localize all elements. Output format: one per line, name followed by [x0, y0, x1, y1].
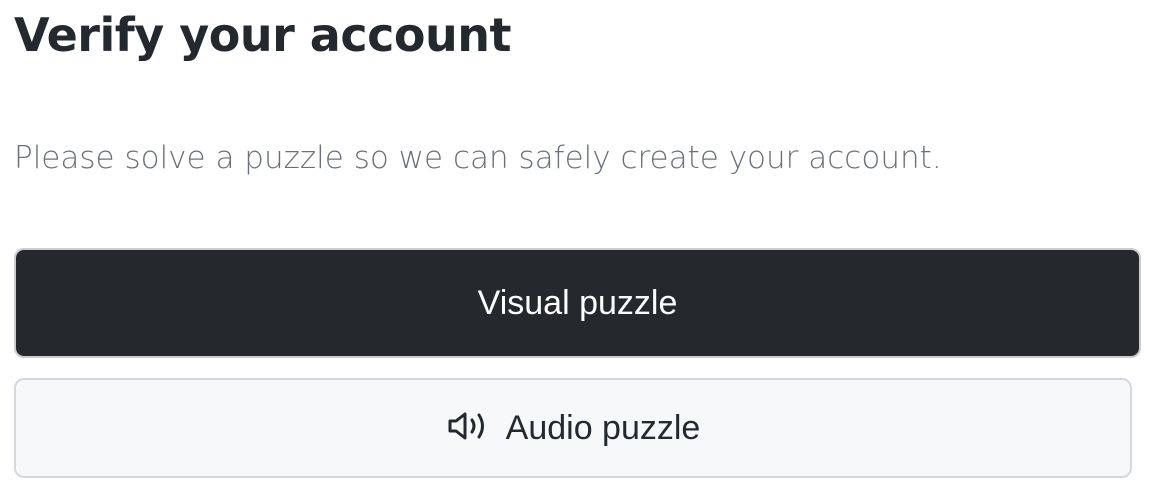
visual-puzzle-label: Visual puzzle	[477, 283, 678, 322]
page-subtitle: Please solve a puzzle so we can safely c…	[14, 140, 942, 176]
speaker-icon	[446, 408, 490, 444]
page-title: Verify your account	[14, 8, 511, 62]
audio-puzzle-label: Audio puzzle	[505, 408, 701, 447]
audio-puzzle-button[interactable]: Audio puzzle	[14, 378, 1132, 478]
visual-puzzle-button[interactable]: Visual puzzle	[14, 248, 1141, 358]
